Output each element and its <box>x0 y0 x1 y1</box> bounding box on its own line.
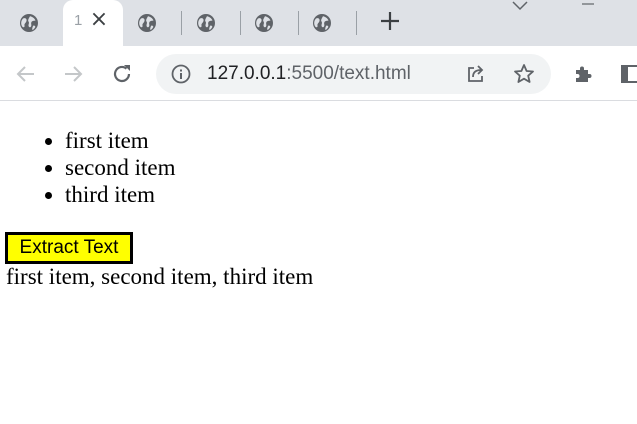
share-icon[interactable] <box>464 62 488 86</box>
globe-icon <box>138 14 156 32</box>
side-panel-icon[interactable] <box>619 62 637 86</box>
tab-separator <box>356 11 357 35</box>
url-text[interactable]: 127.0.0.1:5500/text.html <box>207 63 411 85</box>
globe-icon <box>313 14 331 32</box>
tab-separator <box>298 11 299 35</box>
extract-text-button[interactable]: Extract Text <box>5 232 133 264</box>
active-browser-tab[interactable]: 1 × <box>63 0 123 46</box>
browser-tab[interactable] <box>301 0 343 46</box>
tab-separator <box>181 11 182 35</box>
extensions-icon[interactable] <box>572 62 596 86</box>
list-item: second item <box>65 154 176 181</box>
plus-icon[interactable] <box>378 9 402 33</box>
browser-tab[interactable] <box>126 0 168 46</box>
page-content: first item second item third item Extrac… <box>0 102 637 424</box>
browser-tab[interactable] <box>185 0 227 46</box>
extracted-text-output: first item, second item, third item <box>6 264 314 289</box>
info-icon[interactable] <box>170 63 192 85</box>
tab-strip: 1 × <box>0 0 637 46</box>
globe-icon <box>255 14 273 32</box>
browser-toolbar: 127.0.0.1:5500/text.html <box>0 46 637 101</box>
address-bar[interactable]: 127.0.0.1:5500/text.html <box>156 54 551 94</box>
globe-icon <box>20 14 38 32</box>
item-list: first item second item third item <box>65 127 176 208</box>
url-path: :5500/text.html <box>286 63 411 84</box>
tab-search-chevron-icon[interactable] <box>510 0 530 12</box>
tab-title: 1 <box>74 12 83 29</box>
list-item: first item <box>65 127 176 154</box>
forward-arrow-icon[interactable] <box>61 62 85 86</box>
browser-tab[interactable] <box>243 0 285 46</box>
list-item: third item <box>65 181 176 208</box>
globe-icon <box>197 14 215 32</box>
browser-tab[interactable] <box>8 0 50 46</box>
minimize-icon[interactable] <box>578 0 598 8</box>
reload-icon[interactable] <box>110 62 134 86</box>
back-arrow-icon[interactable] <box>14 62 38 86</box>
close-icon[interactable]: × <box>89 9 109 31</box>
tab-separator <box>240 11 241 35</box>
star-icon[interactable] <box>512 62 536 86</box>
url-host: 127.0.0.1 <box>207 63 287 84</box>
